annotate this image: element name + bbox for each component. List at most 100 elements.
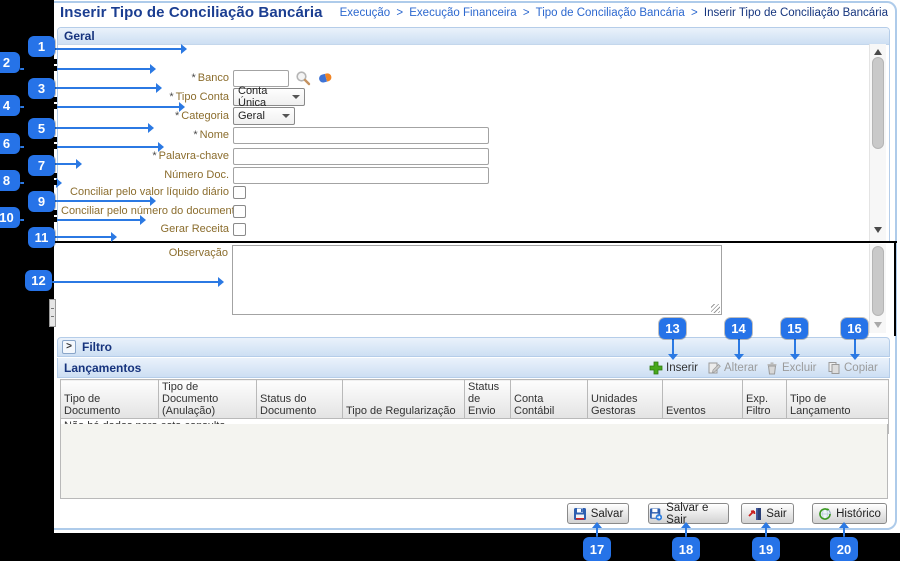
annotation-arrowhead bbox=[761, 522, 771, 528]
conciliar-valor-checkbox[interactable] bbox=[233, 186, 246, 199]
field-row-conciliar-numero: Conciliar pelo número do documento bbox=[61, 202, 871, 220]
edit-icon bbox=[707, 361, 721, 375]
screen: Inserir Tipo de Conciliação Bancária Exe… bbox=[0, 0, 900, 561]
seam-line bbox=[44, 241, 897, 243]
numero-doc-input[interactable] bbox=[233, 167, 489, 184]
annotation-arrowhead bbox=[156, 83, 162, 93]
observacao-label: Observação bbox=[60, 247, 228, 259]
conciliar-numero-checkbox[interactable] bbox=[233, 205, 246, 218]
field-row-banco: *Banco bbox=[61, 69, 871, 87]
breadcrumb-separator: > bbox=[393, 7, 406, 19]
som-badge: 20 bbox=[830, 537, 858, 561]
column-header: Exp. Filtro bbox=[743, 380, 787, 419]
breadcrumb-link[interactable]: Execução bbox=[340, 7, 391, 19]
scroll-up-icon[interactable] bbox=[874, 49, 882, 55]
annotation-arrowhead bbox=[111, 232, 117, 242]
som-badge: 6 bbox=[0, 133, 20, 154]
som-badge: 1 bbox=[28, 36, 55, 57]
palavra-chave-label: *Palavra-chave bbox=[61, 147, 229, 165]
field-row-gerar-receita: Gerar Receita bbox=[61, 220, 871, 238]
nome-input[interactable] bbox=[233, 127, 489, 144]
copiar-button: Copiar bbox=[827, 358, 878, 378]
scroll-down-icon[interactable] bbox=[874, 227, 882, 233]
annotation-arrowhead bbox=[179, 102, 185, 112]
gerar-receita-checkbox[interactable] bbox=[233, 223, 246, 236]
column-header: Tipo de Documento (Anulação) bbox=[159, 380, 257, 419]
page-title: Inserir Tipo de Conciliação Bancária bbox=[60, 4, 323, 21]
annotation-arrow bbox=[794, 339, 796, 354]
form-scrollbar[interactable] bbox=[869, 244, 886, 333]
annotation-arrowhead bbox=[150, 64, 156, 74]
banco-input[interactable] bbox=[233, 70, 289, 87]
breadcrumb-current: Inserir Tipo de Conciliação Bancária bbox=[704, 7, 888, 19]
salvar-e-sair-button[interactable]: Salvar e Sair bbox=[648, 503, 729, 524]
breadcrumb-link[interactable]: Tipo de Conciliação Bancária bbox=[536, 7, 685, 19]
column-header: Eventos bbox=[663, 380, 743, 419]
field-row-nome: *Nome bbox=[61, 126, 871, 144]
palavra-chave-input[interactable] bbox=[233, 148, 489, 165]
som-badge: 14 bbox=[725, 318, 752, 339]
annotation-arrow bbox=[685, 527, 687, 537]
annotation-arrowhead bbox=[140, 215, 146, 225]
history-globe-icon bbox=[818, 507, 832, 521]
categoria-label: *Categoria bbox=[61, 107, 229, 125]
annotation-arrowhead bbox=[839, 522, 849, 528]
som-badge: 12 bbox=[25, 270, 52, 291]
breadcrumb-link[interactable]: Execução Financeira bbox=[409, 7, 516, 19]
numero-doc-label: Número Doc. bbox=[61, 166, 229, 184]
tipo-conta-value: Conta Única bbox=[238, 85, 288, 109]
observacao-textarea[interactable] bbox=[232, 245, 722, 315]
conciliar-valor-label: Conciliar pelo valor líquido diário bbox=[61, 183, 229, 201]
som-badge: 18 bbox=[672, 537, 700, 561]
geral-scrollbar[interactable] bbox=[869, 44, 886, 241]
historico-button[interactable]: Histórico bbox=[812, 503, 887, 524]
redaction-bar bbox=[24, 217, 57, 222]
required-star: * bbox=[192, 72, 196, 84]
annotation-arrowhead bbox=[150, 196, 156, 206]
annotation-arrow bbox=[596, 527, 598, 537]
lancamentos-title: Lançamentos bbox=[64, 361, 141, 375]
scroll-down-icon[interactable] bbox=[874, 322, 882, 328]
som-badge: 19 bbox=[752, 537, 780, 561]
annotation-arrowhead bbox=[668, 354, 678, 360]
som-badge: 15 bbox=[781, 318, 808, 339]
som-badge: 5 bbox=[28, 118, 55, 139]
annotation-arrow bbox=[54, 200, 150, 202]
categoria-select[interactable]: Geral bbox=[233, 107, 295, 125]
resize-grip-icon[interactable] bbox=[711, 304, 720, 313]
table-empty-area bbox=[60, 424, 888, 499]
tipo-conta-select[interactable]: Conta Única bbox=[233, 88, 305, 106]
panel-splitter-handle[interactable] bbox=[49, 299, 56, 327]
breadcrumb-separator: > bbox=[688, 7, 701, 19]
column-header: Status do Documento bbox=[257, 380, 343, 419]
scrollbar-thumb[interactable] bbox=[872, 246, 884, 316]
save-exit-icon bbox=[649, 507, 662, 521]
inserir-button[interactable]: Inserir bbox=[649, 358, 698, 378]
save-icon bbox=[573, 507, 587, 521]
som-badge: 16 bbox=[841, 318, 868, 339]
field-row-palavra-chave: *Palavra-chave bbox=[61, 147, 871, 165]
tipo-conta-label: *Tipo Conta bbox=[61, 88, 229, 106]
banco-label: *Banco bbox=[61, 69, 229, 87]
breadcrumb-separator: > bbox=[520, 7, 533, 19]
expand-filtro-button[interactable]: > bbox=[62, 340, 76, 354]
required-star: * bbox=[169, 91, 173, 103]
annotation-arrow bbox=[54, 48, 181, 50]
annotation-arrow bbox=[54, 236, 111, 238]
redaction-bar bbox=[24, 180, 57, 185]
magnifier-icon[interactable] bbox=[295, 70, 311, 86]
salvar-button[interactable]: Salvar bbox=[567, 503, 629, 524]
redaction-bar bbox=[24, 104, 57, 109]
sair-button[interactable]: Sair bbox=[741, 503, 794, 524]
redaction-bar bbox=[24, 59, 57, 64]
seam-line bbox=[894, 241, 896, 336]
chevron-down-icon bbox=[282, 114, 290, 122]
chevron-down-icon bbox=[292, 95, 300, 103]
scrollbar-thumb[interactable] bbox=[872, 57, 884, 149]
annotation-arrowhead bbox=[681, 522, 691, 528]
excluir-button: Excluir bbox=[765, 358, 817, 378]
eraser-icon[interactable] bbox=[317, 70, 333, 86]
lancamentos-section: Lançamentos Inserir Alterar Excluir bbox=[57, 358, 890, 378]
trash-icon bbox=[765, 361, 779, 375]
annotation-arrow bbox=[672, 339, 674, 354]
